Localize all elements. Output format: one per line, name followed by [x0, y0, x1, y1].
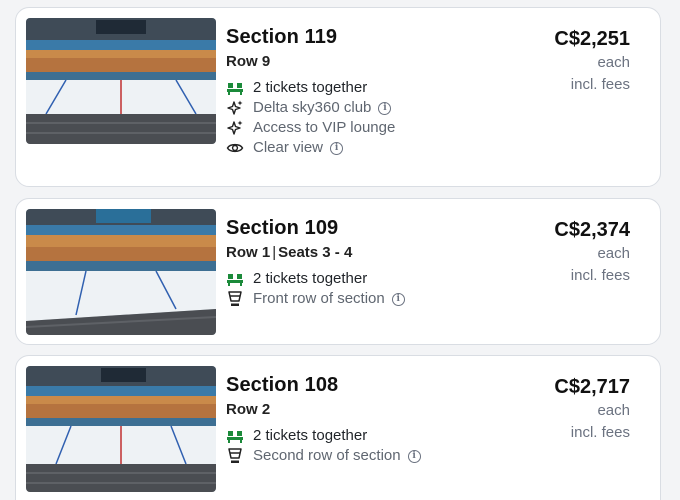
info-icon[interactable]: i — [378, 101, 392, 115]
row-number: Row 2 — [226, 401, 271, 418]
section-title: Section 109 — [226, 217, 339, 239]
cup-icon — [226, 290, 244, 308]
feature-row-position: Front row of section i — [226, 289, 405, 309]
seat-numbers: Seats 3 - 4 — [278, 244, 353, 261]
price-block: C$2,374 each incl. fees — [554, 217, 630, 287]
price-block: C$2,717 each incl. fees — [554, 374, 630, 444]
section-title: Section 119 — [226, 26, 338, 48]
ticket-listing-card[interactable]: Section 119 Row 9 2 tickets together Del… — [15, 7, 661, 187]
price: C$2,251 — [554, 28, 630, 50]
row-label: Row 2 — [226, 400, 421, 420]
feature-tickets-together: 2 tickets together — [226, 426, 421, 446]
row-label: Row 9 — [226, 52, 395, 72]
feature-tickets-together: 2 tickets together — [226, 78, 395, 98]
ticket-pair-icon — [226, 79, 244, 97]
ticket-listing-card[interactable]: Section 108 Row 2 2 tickets together Sec… — [15, 355, 661, 500]
price-unit: each — [597, 54, 630, 71]
feature-clear-view: Clear view i — [226, 138, 395, 158]
info-icon[interactable]: i — [330, 141, 344, 155]
feature-club-access: Delta sky360 club i — [226, 98, 395, 118]
info-icon[interactable]: i — [407, 449, 421, 463]
feature-tickets-together: 2 tickets together — [226, 269, 405, 289]
listing-details: Section 109 Row 1 | Seats 3 - 4 2 tickets … — [226, 213, 405, 309]
cup-icon — [226, 447, 244, 465]
row-label: Row 1 | Seats 3 - 4 — [226, 243, 405, 263]
price-note: incl. fees — [570, 424, 630, 441]
listing-details: Section 119 Row 9 2 tickets together Del… — [226, 22, 395, 158]
feature-vip-lounge: Access to VIP lounge — [226, 118, 395, 138]
price-block: C$2,251 each incl. fees — [554, 26, 630, 96]
arena-view-photo — [26, 366, 216, 492]
ticket-pair-icon — [226, 427, 244, 445]
eye-icon — [226, 139, 244, 157]
sparkle-icon — [226, 119, 244, 137]
price-note: incl. fees — [570, 267, 630, 284]
ticket-listing-card[interactable]: Section 109 Row 1 | Seats 3 - 4 2 tickets … — [15, 198, 661, 345]
feature-row-position: Second row of section i — [226, 446, 421, 466]
sparkle-icon — [226, 99, 244, 117]
info-icon[interactable]: i — [391, 292, 405, 306]
row-number: Row 1 — [226, 244, 271, 261]
price: C$2,374 — [554, 219, 630, 241]
arena-view-photo — [26, 209, 216, 335]
price-unit: each — [597, 402, 630, 419]
price-note: incl. fees — [570, 76, 630, 93]
arena-view-photo — [26, 18, 216, 144]
listing-details: Section 108 Row 2 2 tickets together Sec… — [226, 370, 421, 466]
row-number: Row 9 — [226, 53, 271, 70]
price: C$2,717 — [554, 376, 630, 398]
section-title: Section 108 — [226, 374, 339, 396]
row-seat-divider: | — [272, 244, 277, 261]
ticket-pair-icon — [226, 270, 244, 288]
price-unit: each — [597, 245, 630, 262]
